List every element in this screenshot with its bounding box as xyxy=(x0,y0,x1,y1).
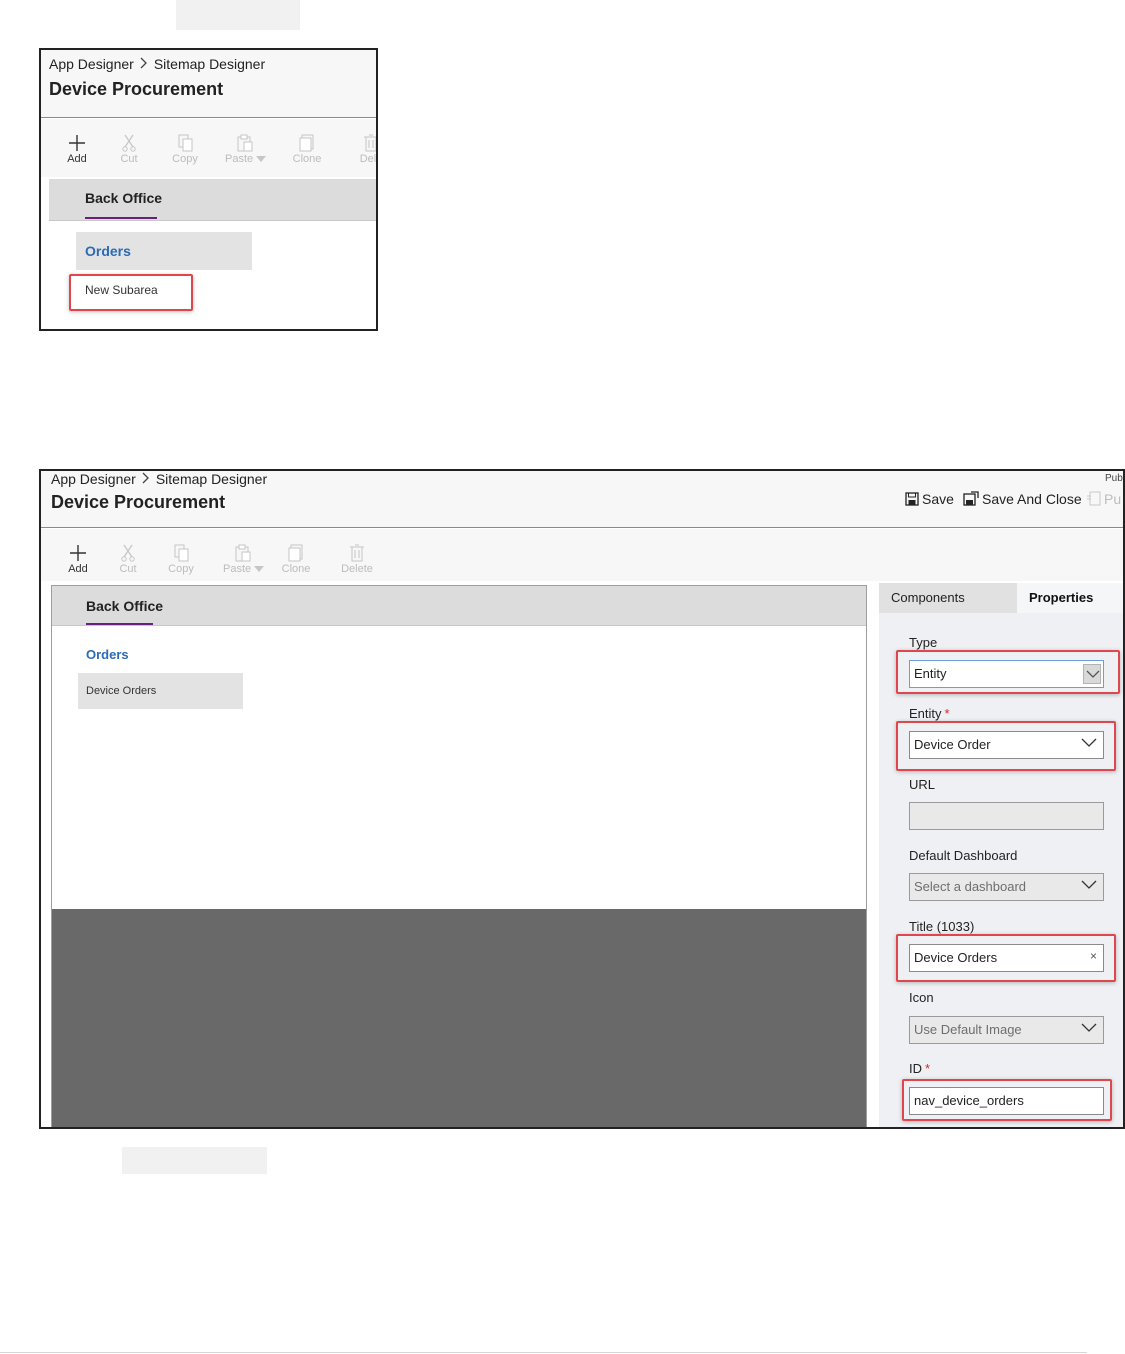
save-and-close-button[interactable]: Save And Close xyxy=(963,491,1082,507)
clone-icon xyxy=(288,544,303,562)
save-button[interactable]: Save xyxy=(905,491,954,507)
default-dashboard-select[interactable]: Select a dashboard xyxy=(909,873,1104,901)
title-input[interactable]: Device Orders × xyxy=(909,944,1104,972)
copy-button[interactable]: Copy xyxy=(165,133,205,165)
cut-button[interactable]: Cut xyxy=(109,133,149,165)
subarea-new-subarea[interactable]: New Subarea xyxy=(85,283,158,297)
area-tab-back-office[interactable]: Back Office xyxy=(85,190,162,206)
caret-down-icon xyxy=(256,156,267,162)
type-select[interactable]: Entity xyxy=(909,660,1104,688)
title-label: Title (1033) xyxy=(909,919,975,934)
breadcrumb-sitemap-designer: Sitemap Designer xyxy=(155,471,268,487)
clone-button[interactable]: Clone xyxy=(276,543,316,575)
icon-select[interactable]: Use Default Image xyxy=(909,1016,1104,1044)
breadcrumb-app-designer[interactable]: App Designer xyxy=(51,471,136,487)
copy-icon xyxy=(178,134,193,152)
type-label: Type xyxy=(909,635,938,650)
area-tab-back-office[interactable]: Back Office xyxy=(86,598,163,614)
tab-components[interactable]: Components xyxy=(879,583,1017,613)
chevron-down-icon xyxy=(1081,738,1097,747)
default-dashboard-label: Default Dashboard xyxy=(909,848,1018,863)
publish-button[interactable]: Pu xyxy=(1087,491,1121,507)
add-button[interactable]: Add xyxy=(58,543,98,575)
scissors-icon xyxy=(122,134,136,152)
paste-button[interactable]: Paste xyxy=(225,133,267,165)
entity-select[interactable]: Device Order xyxy=(909,731,1104,759)
breadcrumb-sitemap-designer: Sitemap Designer xyxy=(153,56,266,72)
group-orders[interactable]: Orders xyxy=(86,647,129,662)
group-orders-label: Orders xyxy=(85,243,131,259)
delete-icon xyxy=(350,544,364,562)
plus-icon xyxy=(69,135,85,151)
caret-down-icon xyxy=(254,566,265,572)
sitemap-designer-screenshot-properties: App Designer Sitemap Designer Device Proc… xyxy=(39,469,1125,1129)
copy-icon xyxy=(174,544,189,562)
url-input[interactable] xyxy=(909,802,1104,830)
breadcrumb: App Designer Sitemap Designer xyxy=(51,471,267,487)
url-label: URL xyxy=(909,777,936,792)
paste-icon xyxy=(235,544,251,562)
add-button[interactable]: Add xyxy=(57,133,97,165)
chevron-down-icon xyxy=(1081,1023,1097,1032)
publish-label-top: Pub xyxy=(1105,473,1123,484)
delete-button[interactable]: Dele xyxy=(351,133,376,165)
save-and-close-icon xyxy=(963,491,979,506)
paste-button[interactable]: Paste xyxy=(223,543,265,575)
id-label: ID * xyxy=(909,1061,931,1076)
cut-button[interactable]: Cut xyxy=(108,543,148,575)
area-tab-bar xyxy=(52,586,866,626)
chevron-down-icon xyxy=(1083,664,1101,684)
entity-label: Entity * xyxy=(909,706,950,721)
delete-icon xyxy=(364,134,376,152)
clear-icon[interactable]: × xyxy=(1090,949,1097,963)
page-fragment-top xyxy=(176,0,300,30)
clone-button[interactable]: Clone xyxy=(287,133,327,165)
tab-properties[interactable]: Properties xyxy=(1017,583,1123,613)
paste-icon xyxy=(237,134,253,152)
scissors-icon xyxy=(121,544,135,562)
clone-icon xyxy=(299,134,314,152)
breadcrumb: App Designer Sitemap Designer xyxy=(49,56,265,72)
id-input[interactable]: nav_device_orders xyxy=(909,1087,1104,1115)
page-title: Device Procurement xyxy=(51,492,226,512)
icon-label: Icon xyxy=(909,990,934,1005)
command-bar xyxy=(41,529,1123,581)
breadcrumb-app-designer[interactable]: App Designer xyxy=(49,56,134,72)
sitemap-designer-screenshot-new-subarea: App Designer Sitemap Designer Device Proc… xyxy=(39,48,378,331)
delete-button[interactable]: Delete xyxy=(337,543,377,575)
properties-panel: Components Properties Type Entity Entity… xyxy=(879,583,1123,1127)
chevron-right-icon xyxy=(142,471,150,487)
save-icon xyxy=(905,492,919,506)
tab-underline xyxy=(85,217,157,219)
tab-underline xyxy=(86,623,153,625)
page-fragment-bottom xyxy=(122,1147,267,1174)
plus-icon xyxy=(70,545,86,561)
copy-button[interactable]: Copy xyxy=(161,543,201,575)
canvas-empty-area xyxy=(52,909,866,1127)
subarea-device-orders-label: Device Orders xyxy=(86,685,157,697)
divider xyxy=(0,1352,1087,1353)
page-title: Device Procurement xyxy=(49,79,224,99)
designer-canvas: Back Office Orders Device Orders xyxy=(51,585,867,1127)
publish-icon xyxy=(1087,491,1101,506)
chevron-down-icon xyxy=(1081,880,1097,889)
chevron-right-icon xyxy=(140,56,148,72)
